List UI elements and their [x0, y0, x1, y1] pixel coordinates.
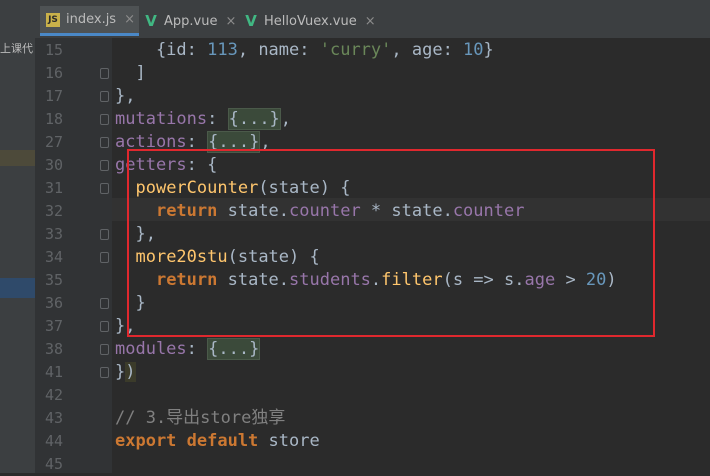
line-number: 44 — [44, 432, 63, 450]
fold-marker-icon[interactable] — [100, 160, 109, 171]
code-line: 17 }, — [0, 85, 710, 108]
code-line: 44 export default store — [0, 430, 710, 453]
line-number: 15 — [44, 41, 63, 59]
line-number: 30 — [44, 156, 63, 174]
close-icon[interactable]: × — [365, 14, 376, 29]
code-comment[interactable]: // 3.导出store独享 — [115, 407, 285, 430]
code-text[interactable]: }) — [115, 361, 136, 384]
tab-label: App.vue — [164, 13, 218, 29]
tab-index-js[interactable]: JS index.js × — [40, 6, 139, 36]
line-number: 27 — [44, 133, 63, 151]
fold-marker-icon[interactable] — [100, 68, 109, 79]
vue-file-icon: V — [145, 12, 157, 30]
highlight-annotation-box — [127, 149, 655, 337]
code-line: 42 — [0, 384, 710, 407]
code-text[interactable]: mutations: {...}, — [115, 108, 291, 131]
tab-label: index.js — [66, 12, 117, 27]
fold-marker-icon[interactable] — [100, 252, 109, 263]
fold-marker-icon[interactable] — [100, 183, 109, 194]
line-number: 42 — [44, 386, 63, 404]
js-file-icon: JS — [46, 12, 60, 27]
close-icon[interactable]: × — [124, 12, 135, 27]
tab-label: HelloVuex.vue — [264, 13, 357, 29]
tab-app-vue[interactable]: V App.vue × — [138, 6, 236, 36]
fold-marker-icon[interactable] — [100, 344, 109, 355]
line-number: 35 — [44, 271, 63, 289]
fold-marker-icon[interactable] — [100, 229, 109, 240]
code-text[interactable]: }, — [115, 85, 135, 108]
code-line: 15 {id: 113, name: 'curry', age: 10} — [0, 39, 710, 62]
line-number: 36 — [44, 294, 63, 312]
line-number: 38 — [44, 340, 63, 358]
code-line: 16 ] — [0, 62, 710, 85]
fold-marker-icon[interactable] — [100, 114, 109, 125]
line-number: 41 — [44, 363, 63, 381]
tab-hellovuex-vue[interactable]: V HelloVuex.vue × — [238, 6, 376, 36]
code-text[interactable]: {id: 113, name: 'curry', age: 10} — [115, 39, 494, 62]
line-number: 17 — [44, 87, 63, 105]
code-line: 38 modules: {...} — [0, 338, 710, 361]
editor-tab-bar: JS index.js × V App.vue × V HelloVuex.vu… — [35, 0, 710, 39]
fold-marker-icon[interactable] — [100, 298, 109, 309]
fold-marker-icon[interactable] — [100, 321, 109, 332]
close-icon[interactable]: × — [225, 14, 236, 29]
code-line: 43 // 3.导出store独享 — [0, 407, 710, 430]
code-text[interactable]: ] — [115, 62, 145, 85]
code-text[interactable]: export default store — [115, 430, 320, 453]
fold-marker-icon[interactable] — [100, 137, 109, 148]
fold-marker-icon[interactable] — [100, 367, 109, 378]
line-number: 18 — [44, 110, 63, 128]
line-number: 31 — [44, 179, 63, 197]
code-text[interactable]: modules: {...} — [115, 338, 261, 361]
line-number: 37 — [44, 317, 63, 335]
line-number: 34 — [44, 248, 63, 266]
line-number: 33 — [44, 225, 63, 243]
fold-marker-icon[interactable] — [100, 91, 109, 102]
vue-file-icon: V — [245, 12, 257, 30]
code-line: 41 }) — [0, 361, 710, 384]
line-number: 32 — [44, 202, 63, 220]
line-number: 43 — [44, 409, 63, 427]
code-line: 18 mutations: {...}, — [0, 108, 710, 131]
line-number: 16 — [44, 64, 63, 82]
